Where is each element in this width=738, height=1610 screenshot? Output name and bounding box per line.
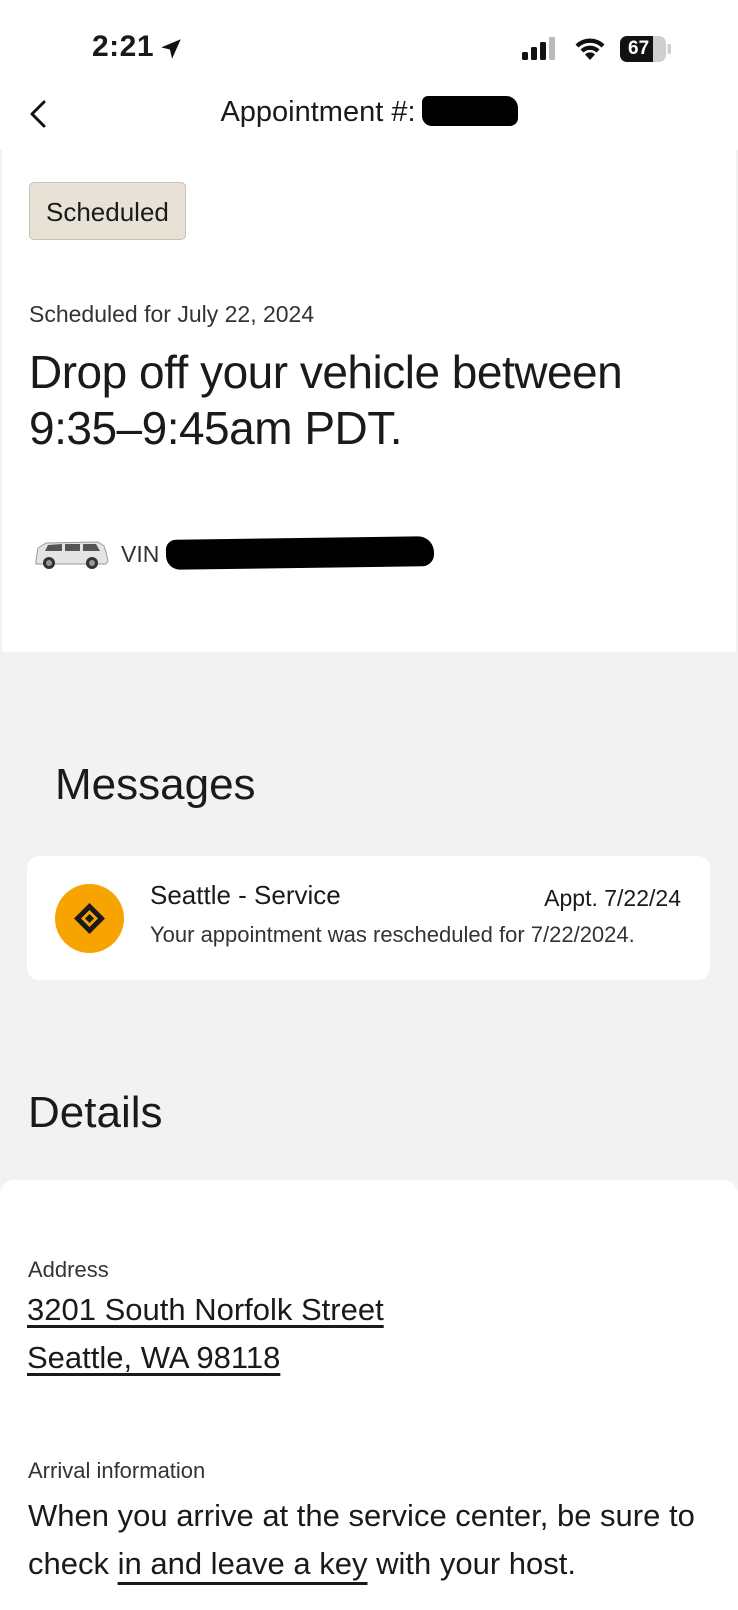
address-link-line-2[interactable]: Seattle, WA 98118 [27,1340,280,1376]
status-badge: Scheduled [29,182,186,240]
dropoff-line-2: 9:35–9:45am PDT. [29,402,403,454]
details-heading: Details [28,1088,163,1137]
status-time: 2:21 [92,30,155,63]
message-date: Appt. 7/22/24 [544,885,681,911]
scheduled-date: Scheduled for July 22, 2024 [29,301,315,327]
message-item[interactable] [27,856,710,980]
dropoff-window: Drop off your vehicle between 9:35–9:45a… [29,344,709,456]
address-link-line-1[interactable]: 3201 South Norfolk Street [27,1292,384,1328]
cellular-signal-icon [522,37,558,60]
battery-icon: 67 [620,36,672,62]
check-in-link[interactable]: in and leave a key [118,1546,368,1581]
redacted-appointment-number [421,96,518,126]
wifi-icon [575,38,605,60]
arrival-info-label: Arrival information [28,1458,206,1483]
service-logo-icon [55,884,124,953]
arrival-info-text: When you arrive at the service center, b… [28,1492,718,1588]
redacted-vin [165,536,435,570]
vehicle-icon [35,541,109,569]
page-title: Appointment #: [0,96,738,129]
location-arrow-icon [161,39,181,59]
message-sender: Seattle - Service [150,880,341,910]
message-preview: Your appointment was rescheduled for 7/2… [150,922,635,947]
page-title-text: Appointment #: [220,96,416,128]
messages-heading: Messages [55,760,256,809]
arrival-text-after: with your host. [367,1546,576,1581]
battery-percent: 67 [628,38,650,59]
vin-label: VIN [121,541,160,567]
dropoff-line-1: Drop off your vehicle between [29,346,623,398]
address-label: Address [28,1257,109,1282]
